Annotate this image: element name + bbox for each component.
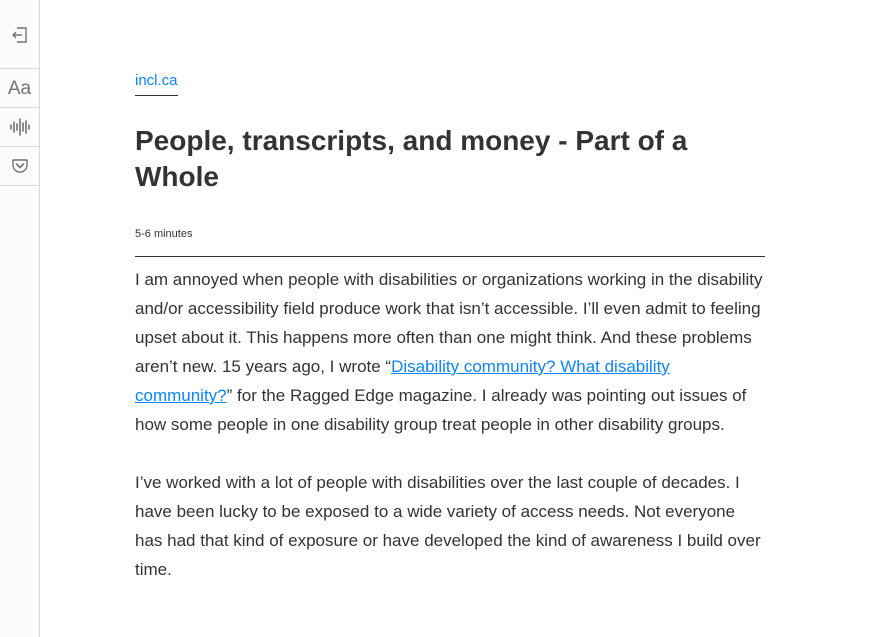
toolbar-divider — [0, 185, 39, 186]
reading-time: 5-6 minutes — [135, 228, 193, 240]
narrate-button[interactable] — [0, 108, 39, 146]
paragraph-text: ” for the Ragged Edge magazine. I alread… — [135, 386, 747, 434]
waveform-icon — [9, 118, 30, 136]
save-to-pocket-button[interactable] — [0, 147, 39, 185]
article-title: People, transcripts, and money - Part of… — [135, 125, 688, 192]
type-aa-icon: Aa — [7, 77, 32, 99]
exit-icon — [11, 27, 27, 43]
paragraph: I am annoyed when people with disabiliti… — [135, 265, 765, 439]
header-divider — [135, 256, 765, 257]
close-reader-view-button[interactable] — [0, 16, 39, 54]
paragraph: I’ve worked with a lot of people with di… — [135, 473, 761, 579]
pocket-icon — [11, 159, 28, 173]
article-body: I am annoyed when people with disabiliti… — [135, 265, 765, 613]
source-domain-link[interactable]: incl.ca — [135, 72, 178, 96]
type-controls-button[interactable]: Aa — [0, 69, 39, 107]
reader-toolbar: Aa — [0, 0, 40, 637]
